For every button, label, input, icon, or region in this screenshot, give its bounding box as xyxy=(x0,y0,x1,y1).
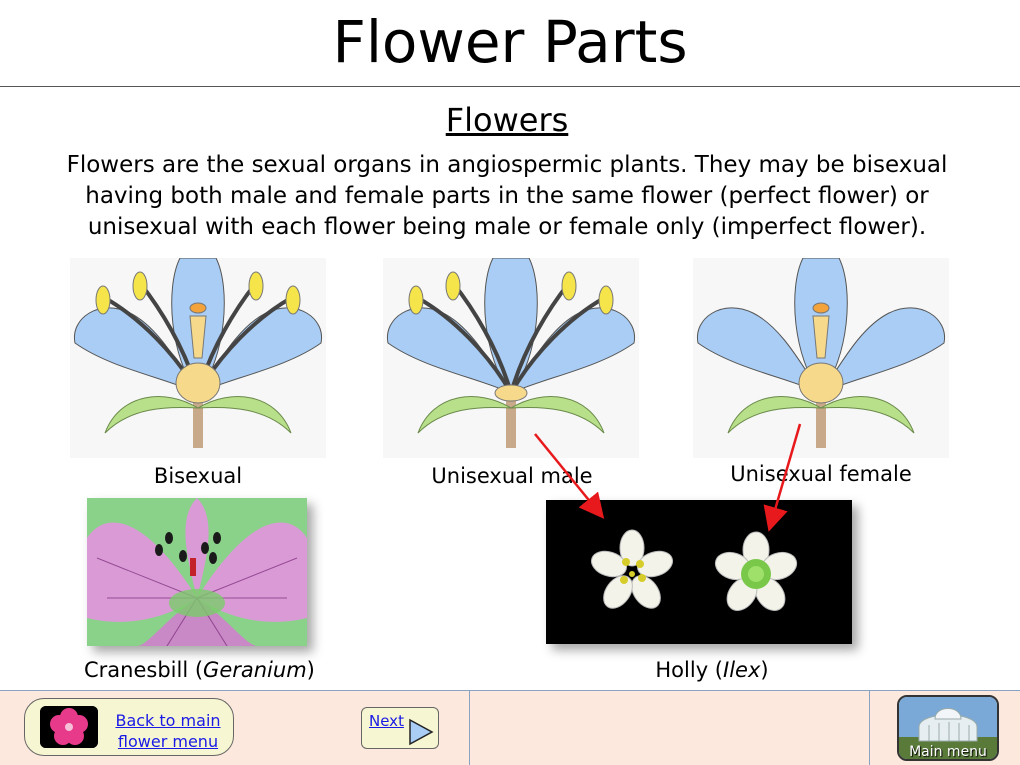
geranium-photo xyxy=(87,498,307,646)
next-label[interactable]: Next xyxy=(369,712,404,730)
unisexual-female-flower-diagram xyxy=(693,258,949,458)
page-title: Flower Parts xyxy=(332,8,688,76)
title-divider xyxy=(0,86,1020,87)
intro-paragraph: Flowers are the sexual organs in angiosp… xyxy=(66,152,948,240)
unisexual-male-flower-diagram xyxy=(383,258,639,458)
holly-caption: Holly (Ilex) xyxy=(655,658,769,682)
footer-divider xyxy=(469,690,470,765)
section-subtitle: Flowers xyxy=(445,101,569,139)
unisexual-male-caption: Unisexual male xyxy=(431,464,593,488)
play-arrow-icon[interactable] xyxy=(407,718,435,746)
unisexual-female-caption: Unisexual female xyxy=(730,462,912,486)
holly-photo xyxy=(546,500,852,644)
bisexual-caption: Bisexual xyxy=(153,464,243,488)
flower-thumbnail-icon[interactable] xyxy=(40,706,98,748)
main-menu-label[interactable]: Main menu xyxy=(899,744,997,760)
bisexual-flower-diagram xyxy=(70,258,326,458)
geranium-caption: Cranesbill (Geranium) xyxy=(84,658,315,682)
back-to-main-flower-menu-link[interactable]: Back to main flower menu xyxy=(112,710,224,752)
footer-divider xyxy=(869,690,870,765)
